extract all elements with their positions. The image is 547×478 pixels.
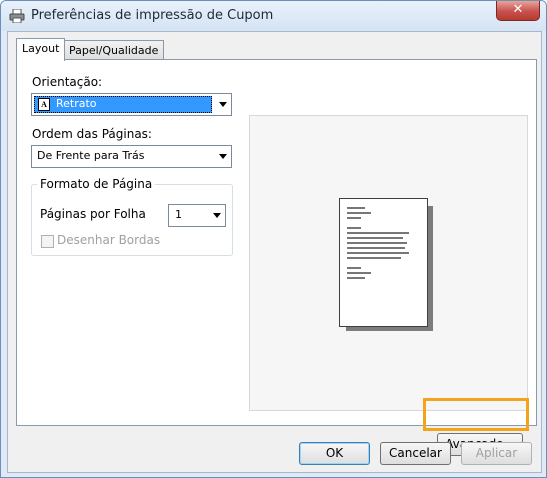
orientation-select[interactable]: A Retrato [31, 93, 232, 116]
page-format-legend: Formato de Página [37, 177, 156, 191]
draw-borders-checkbox[interactable] [41, 235, 54, 248]
page-format-group: Formato de Página Páginas por Folha 1 De… [31, 177, 233, 256]
page-order-label: Ordem das Páginas: [32, 127, 152, 141]
pages-per-sheet-select[interactable]: 1 [168, 204, 226, 227]
cancel-button[interactable]: Cancelar [380, 442, 451, 465]
ok-button[interactable]: OK [299, 442, 370, 465]
portrait-orientation-icon: A [38, 98, 50, 111]
print-preferences-window: Preferências de impressão de Cupom ✕ Lay… [0, 0, 547, 478]
orientation-label: Orientação: [32, 75, 103, 89]
orientation-value: Retrato [56, 97, 97, 110]
layout-panel: Orientação: A Retrato Ordem das Páginas:… [16, 59, 537, 456]
title-bar[interactable]: Preferências de impressão de Cupom ✕ [1, 1, 546, 31]
advanced-button-highlight [423, 398, 529, 431]
window-title: Preferências de impressão de Cupom [31, 8, 274, 23]
preview-page-icon [339, 198, 428, 327]
pages-per-sheet-value: 1 [175, 208, 182, 221]
printer-icon [9, 8, 25, 24]
close-icon: ✕ [512, 2, 524, 17]
close-button[interactable]: ✕ [496, 1, 540, 21]
pages-per-sheet-label: Páginas por Folha [40, 207, 146, 221]
chevron-down-icon [213, 213, 221, 218]
chevron-down-icon [219, 102, 227, 107]
chevron-down-icon [219, 154, 227, 159]
draw-borders-label: Desenhar Bordas [57, 233, 161, 247]
page-order-value: De Frente para Trás [37, 149, 145, 162]
tab-layout[interactable]: Layout [16, 38, 66, 61]
tab-paper-quality[interactable]: Papel/Qualidade [63, 40, 165, 61]
page-preview [249, 115, 528, 411]
page-order-select[interactable]: De Frente para Trás [31, 145, 232, 168]
apply-button[interactable]: Aplicar [461, 442, 532, 465]
